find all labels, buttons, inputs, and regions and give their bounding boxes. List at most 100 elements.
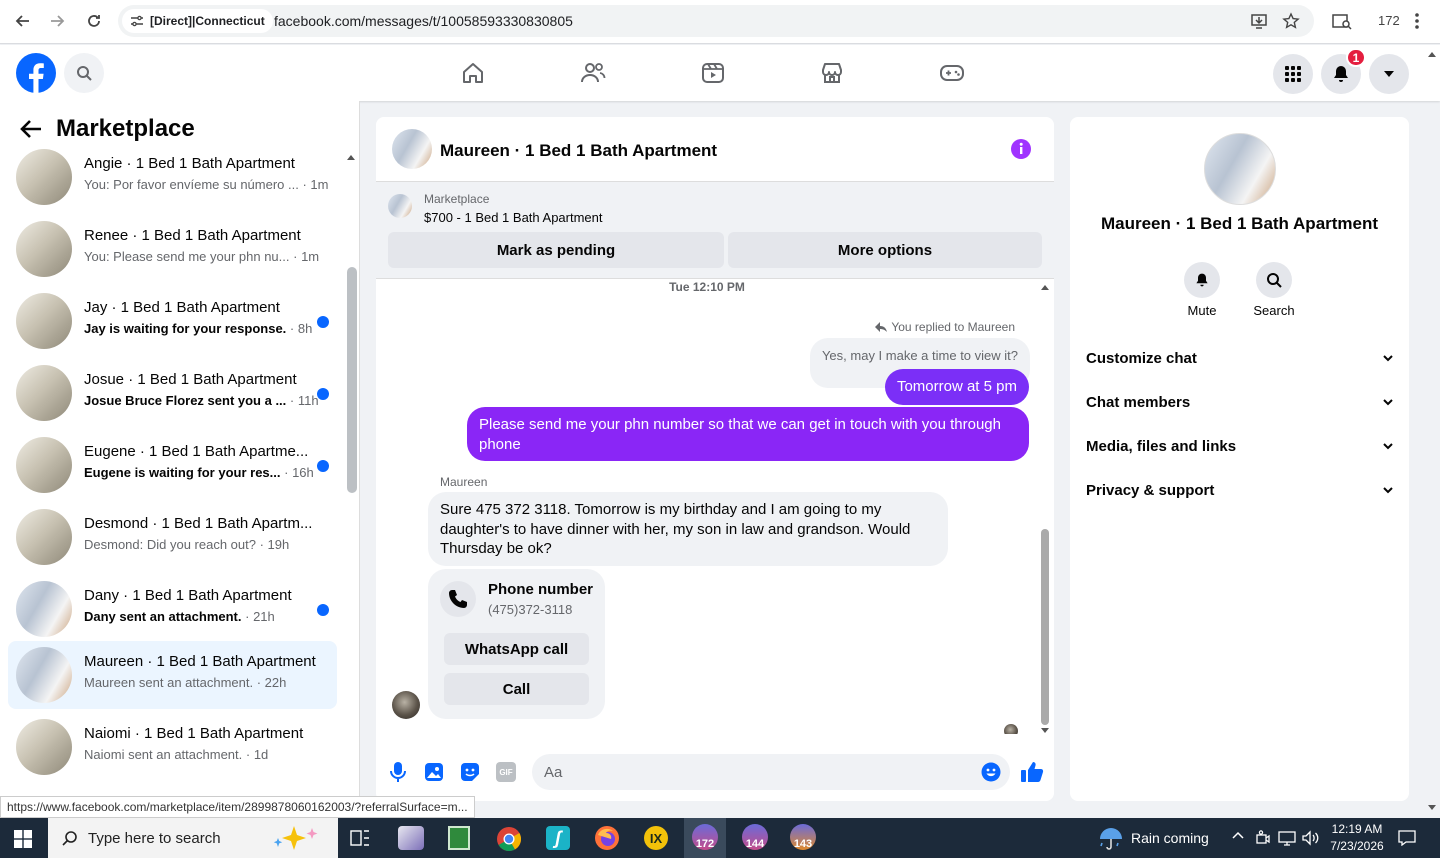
bookmark-star-icon[interactable] — [1282, 12, 1300, 30]
media-files-links-section[interactable]: Media, files and links — [1086, 424, 1393, 468]
firefox-app-icon[interactable] — [594, 825, 620, 851]
message-input[interactable]: Aa — [532, 754, 1010, 790]
sticker-icon[interactable] — [460, 762, 480, 782]
sender-avatar[interactable] — [392, 691, 420, 719]
call-button[interactable]: Call — [444, 673, 589, 705]
tab-count[interactable]: 172 — [1378, 13, 1400, 28]
forward-icon[interactable] — [44, 7, 72, 35]
network-icon[interactable] — [1278, 830, 1296, 846]
avatar — [16, 437, 72, 493]
conversation-item[interactable]: Naiomi · 1 Bed 1 Bath Apartment Naiomi s… — [8, 713, 337, 781]
facebook-logo-icon[interactable] — [16, 53, 56, 93]
outgoing-message[interactable]: Tomorrow at 5 pm — [884, 369, 1029, 405]
more-menu-icon[interactable] — [1412, 11, 1422, 31]
outgoing-message[interactable]: Please send me your phn number so that w… — [467, 407, 1029, 461]
more-options-button[interactable]: More options — [728, 232, 1042, 268]
conversation-title: Jay · 1 Bed 1 Bath Apartment — [84, 299, 280, 316]
page-scroll-up-icon[interactable] — [1427, 50, 1437, 58]
listing-title[interactable]: $700 - 1 Bed 1 Bath Apartment — [424, 210, 603, 225]
menu-grid-icon[interactable] — [1273, 54, 1313, 94]
friends-icon[interactable] — [573, 57, 613, 89]
conversation-item[interactable]: Josue · 1 Bed 1 Bath Apartment Josue Bru… — [8, 359, 337, 427]
ix-app-icon[interactable]: IX — [644, 826, 668, 850]
conversation-item[interactable]: Desmond · 1 Bed 1 Bath Apartm... Desmond… — [8, 503, 337, 571]
back-arrow-icon[interactable] — [20, 119, 42, 139]
spreadsheet-app-icon[interactable] — [448, 826, 470, 850]
meet-now-icon[interactable] — [1256, 830, 1270, 846]
gif-icon[interactable]: GIF — [496, 762, 516, 782]
thumbs-up-icon[interactable] — [1020, 760, 1044, 784]
rain-weather-icon[interactable] — [1098, 828, 1124, 850]
listing-thumbnail[interactable] — [388, 194, 412, 218]
paint-app-icon[interactable] — [398, 826, 424, 850]
microphone-icon[interactable] — [388, 761, 408, 783]
chat-members-section[interactable]: Chat members — [1086, 380, 1393, 424]
mute-bell-icon[interactable] — [1184, 262, 1220, 298]
customize-chat-section[interactable]: Customize chat — [1086, 336, 1393, 380]
chat-scrollbar-thumb[interactable] — [1041, 529, 1049, 725]
account-chevron-icon[interactable] — [1369, 54, 1409, 94]
conversation-item[interactable]: Dany · 1 Bed 1 Bath Apartment Dany sent … — [8, 575, 337, 643]
conversation-item[interactable]: Angie · 1 Bed 1 Bath Apartment You: Por … — [8, 147, 337, 211]
profile-avatar[interactable] — [1204, 133, 1276, 205]
chrome-app-icon[interactable] — [496, 826, 522, 852]
home-icon[interactable] — [453, 57, 493, 89]
taskbar-app[interactable]: 143 — [782, 818, 824, 858]
photo-icon[interactable] — [424, 762, 444, 782]
clock-date[interactable]: 7/23/2026 — [1326, 839, 1388, 853]
phone-card-title: Phone number — [488, 581, 594, 598]
page-scroll-down-icon[interactable] — [1427, 804, 1437, 812]
scrivener-app-icon[interactable]: ʃ — [546, 826, 570, 850]
task-view-icon[interactable] — [350, 829, 370, 847]
mark-pending-button[interactable]: Mark as pending — [388, 232, 724, 268]
chevron-down-icon — [1383, 398, 1393, 405]
weather-text[interactable]: Rain coming — [1131, 830, 1209, 846]
taskbar-app[interactable]: 144 — [734, 818, 776, 858]
privacy-support-section[interactable]: Privacy & support — [1086, 468, 1393, 512]
address-bar[interactable]: [Direct]|Connecticut facebook.com/messag… — [118, 5, 1314, 37]
conversation-preview: Jay is waiting for your response. · 8h — [84, 321, 313, 336]
whatsapp-call-button[interactable]: WhatsApp call — [444, 633, 589, 665]
conversation-scroll-area[interactable]: Angie · 1 Bed 1 Bath Apartment You: Por … — [0, 147, 345, 799]
scroll-up-arrow-icon[interactable] — [346, 153, 356, 161]
windows-start-icon[interactable] — [14, 830, 32, 848]
reload-icon[interactable] — [80, 7, 108, 35]
marketplace-icon[interactable] — [812, 57, 852, 89]
app-badge-count: 172 — [695, 838, 715, 850]
chat-scroll-up-icon[interactable] — [1040, 283, 1050, 291]
avatar — [16, 647, 72, 703]
url-text[interactable]: facebook.com/messages/t/1005859333083080… — [274, 13, 573, 29]
gaming-icon[interactable] — [932, 57, 972, 89]
chat-title[interactable]: Maureen · 1 Bed 1 Bath Apartment — [440, 141, 717, 161]
info-icon[interactable] — [1010, 138, 1032, 160]
emoji-icon[interactable] — [981, 762, 1001, 782]
scrollbar-thumb[interactable] — [347, 267, 357, 493]
message-thread[interactable]: Tue 12:10 PM You replied to Maureen Yes,… — [376, 280, 1054, 734]
search-conversation-icon[interactable] — [1256, 262, 1292, 298]
search-highlights-icon — [266, 824, 326, 852]
taskbar-search-box[interactable]: Type here to search — [48, 818, 338, 858]
conversation-item-selected[interactable]: Maureen · 1 Bed 1 Bath Apartment Maureen… — [8, 641, 337, 709]
install-app-icon[interactable] — [1250, 12, 1268, 30]
search-icon[interactable] — [64, 53, 104, 93]
conversation-item[interactable]: Jay · 1 Bed 1 Bath Apartment Jay is wait… — [8, 287, 337, 355]
video-icon[interactable] — [693, 57, 733, 89]
back-icon[interactable] — [8, 7, 36, 35]
notification-center-icon[interactable] — [1398, 830, 1416, 846]
tray-chevron-icon[interactable] — [1232, 831, 1244, 839]
phone-icon — [440, 581, 476, 617]
volume-icon[interactable] — [1302, 830, 1320, 846]
app-badge-count: 143 — [793, 838, 813, 850]
chat-scroll-down-icon[interactable] — [1040, 727, 1050, 735]
listing-source: Marketplace — [424, 192, 490, 206]
site-info-chip[interactable]: [Direct]|Connecticut — [122, 9, 273, 33]
clock-time[interactable]: 12:19 AM — [1326, 822, 1388, 836]
chevron-down-icon — [1383, 354, 1393, 361]
conversation-item[interactable]: Eugene · 1 Bed 1 Bath Apartme... Eugene … — [8, 431, 337, 499]
chat-avatar[interactable] — [392, 129, 432, 169]
tab-search-icon[interactable] — [1332, 13, 1352, 31]
incoming-message[interactable]: Sure 475 372 3118. Tomorrow is my birthd… — [428, 492, 948, 566]
profile-name: Maureen · 1 Bed 1 Bath Apartment — [1100, 214, 1379, 233]
taskbar-active-app[interactable]: 172 — [684, 818, 726, 858]
conversation-item[interactable]: Renee · 1 Bed 1 Bath Apartment You: Plea… — [8, 215, 337, 283]
